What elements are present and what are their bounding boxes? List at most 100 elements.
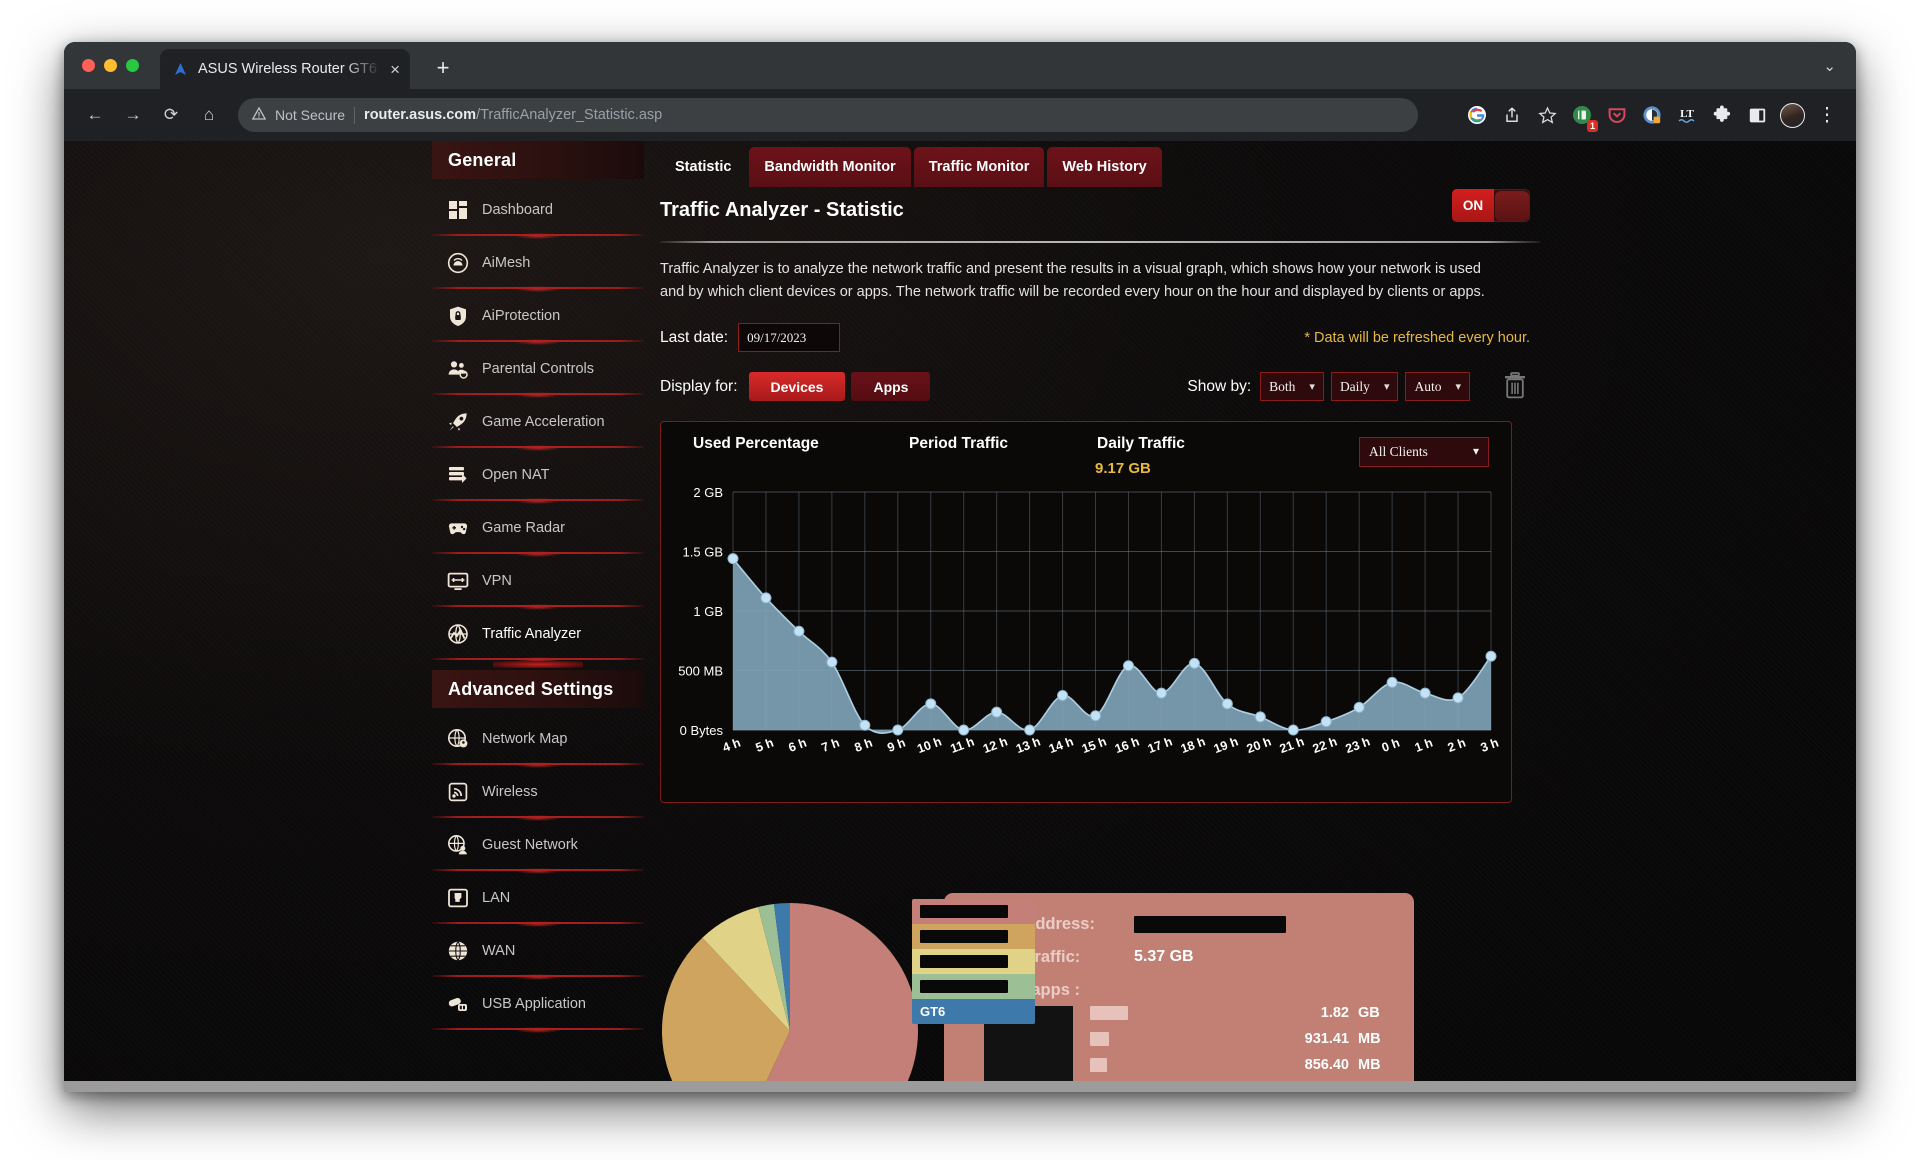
legend-item[interactable] (912, 974, 1035, 999)
sidebar-item-aiprotection[interactable]: AiProtection (432, 289, 644, 342)
not-secure-label: Not Secure (275, 107, 346, 123)
show-by-group: Show by: Both ▾ Daily ▾ Auto ▾ (1187, 372, 1470, 402)
traffic-analyzer-toggle[interactable]: ON (1452, 189, 1530, 222)
sidebar-item-network-map[interactable]: Network Map (432, 712, 644, 765)
vpn-icon (447, 570, 469, 592)
svg-text:12 h: 12 h (981, 734, 1009, 756)
chevron-down-icon: ▾ (1309, 381, 1315, 394)
home-button[interactable]: ⌂ (192, 98, 226, 132)
sidebar-item-game-acceleration[interactable]: Game Acceleration (432, 395, 644, 448)
app-usage-bar (1090, 1058, 1107, 1072)
profile-avatar[interactable] (1777, 100, 1807, 130)
back-button[interactable]: ← (78, 98, 112, 132)
page-scrollbar[interactable] (64, 1081, 1856, 1092)
legend-item[interactable] (912, 899, 1035, 924)
sidebar-item-wan[interactable]: WAN (432, 924, 644, 977)
sidebar-section-advanced-settings: Advanced Settings (432, 670, 644, 708)
sidebar-section-general: General (432, 141, 644, 179)
traffic-analyzer-icon (447, 623, 469, 645)
sidebar-item-usb-application[interactable]: USB Application (432, 977, 644, 1030)
sidebar-item-open-nat[interactable]: Open NAT (432, 448, 644, 501)
show-by-scale-select[interactable]: Auto ▾ (1405, 372, 1470, 402)
sidebar-item-dashboard[interactable]: Dashboard (432, 183, 644, 236)
legend-item[interactable]: GT6 (912, 999, 1035, 1024)
privacy-badger-icon[interactable] (1637, 100, 1667, 130)
sidebar-item-traffic-analyzer[interactable]: Traffic Analyzer (432, 607, 644, 660)
delete-statistics-button[interactable] (1502, 371, 1530, 403)
daily-traffic-value: 9.17 GB (1095, 459, 1151, 477)
sidebar-item-label: Guest Network (482, 836, 578, 853)
show-by-direction-select[interactable]: Both ▾ (1260, 372, 1324, 402)
tab-web-history[interactable]: Web History (1047, 147, 1162, 187)
svg-text:6 h: 6 h (787, 736, 809, 755)
browser-window: ASUS Wireless Router GT6 - E × + ⌄ ← → ⟳… (64, 42, 1856, 1092)
sidebar-item-aimesh[interactable]: AiMesh (432, 236, 644, 289)
sidebar-item-label: Network Map (482, 730, 568, 747)
maximize-window-button[interactable] (126, 59, 139, 72)
client-filter-select[interactable]: All Clients ▾ (1359, 436, 1489, 467)
sidebar-item-guest-network[interactable]: Guest Network (432, 818, 644, 871)
minimize-window-button[interactable] (104, 59, 117, 72)
address-bar[interactable]: Not Secure router.asus.com/TrafficAnalyz… (238, 98, 1418, 132)
bookmark-star-icon[interactable] (1532, 100, 1562, 130)
legend-item[interactable] (912, 924, 1035, 949)
sidebar-item-wireless[interactable]: Wireless (432, 765, 644, 818)
chart-header: Used Percentage Period Traffic Daily Tra… (661, 422, 1511, 490)
page-title-row: Traffic Analyzer - Statistic ON (660, 189, 1540, 243)
refresh-note: * Data will be refreshed every hour. (1304, 329, 1530, 346)
sidebar-item-vpn[interactable]: VPN (432, 554, 644, 607)
app-usage-unit: MB (1358, 1031, 1381, 1047)
url-host: router.asus.com (364, 107, 477, 123)
sidebar-item-label: Traffic Analyzer (482, 625, 582, 642)
pocket-extension-icon[interactable] (1602, 100, 1632, 130)
legend-item[interactable] (912, 949, 1035, 974)
svg-text:22 h: 22 h (1311, 734, 1339, 756)
game-radar-icon (447, 517, 469, 539)
app-usage-value: 931.41 (1304, 1031, 1349, 1047)
svg-text:1 GB: 1 GB (693, 604, 723, 619)
show-by-period-select[interactable]: Daily ▾ (1330, 372, 1399, 402)
address-bar-url: router.asus.com/TrafficAnalyzer_Statisti… (364, 107, 662, 123)
tab-statistic[interactable]: Statistic (660, 147, 746, 187)
language-tool-icon[interactable]: LT (1672, 100, 1702, 130)
reload-button[interactable]: ⟳ (154, 98, 188, 132)
last-date-input[interactable]: 09/17/2023 (738, 323, 841, 353)
tab-bandwidth-monitor[interactable]: Bandwidth Monitor (749, 147, 911, 187)
sidebar-item-parental-controls[interactable]: Parental Controls (432, 342, 644, 395)
new-tab-button[interactable]: + (429, 55, 457, 83)
forward-button[interactable]: → (116, 98, 150, 132)
sidebar-item-lan[interactable]: LAN (432, 871, 644, 924)
extension-notes-icon[interactable]: 1 (1567, 100, 1598, 132)
tab-traffic-monitor[interactable]: Traffic Monitor (913, 147, 1045, 187)
extensions-puzzle-icon[interactable] (1707, 100, 1737, 130)
sidebar-item-label: Open NAT (482, 466, 550, 483)
svg-text:15 h: 15 h (1080, 734, 1108, 756)
legend-item-name (920, 980, 1008, 993)
app-usage-row: 1.82 GB (1090, 1003, 1390, 1023)
side-panel-icon[interactable] (1742, 100, 1772, 130)
display-for-apps-button[interactable]: Apps (851, 372, 931, 402)
google-search-icon[interactable] (1462, 100, 1492, 130)
browser-menu-button[interactable]: ⋮ (1812, 100, 1842, 130)
address-bar-divider (354, 106, 356, 124)
app-usage-row: 931.41 MB (1090, 1029, 1390, 1049)
close-tab-button[interactable]: × (390, 61, 400, 78)
sidebar-item-label: Parental Controls (482, 360, 595, 377)
sidebar-item-game-radar[interactable]: Game Radar (432, 501, 644, 554)
sidebar-item-label: USB Application (482, 995, 586, 1012)
sidebar-item-label: AiProtection (482, 307, 561, 324)
svg-text:7 h: 7 h (820, 736, 842, 755)
tab-list-chevron-icon[interactable]: ⌄ (1823, 57, 1836, 75)
browser-tab[interactable]: ASUS Wireless Router GT6 - E × (160, 49, 410, 89)
close-window-button[interactable] (82, 59, 95, 72)
sidebar-section-title: General (448, 149, 517, 170)
svg-text:21 h: 21 h (1278, 734, 1306, 756)
traffic-area-chart: 0 Bytes 500 MB 1 GB 1.5 GB 2 GB 4 h 5 h 6 h 7 h 8… (661, 482, 1511, 782)
show-by-label: Show by: (1187, 377, 1252, 395)
legend-item-name (920, 955, 1008, 968)
page-title: Traffic Analyzer - Statistic (660, 199, 904, 221)
display-for-devices-button[interactable]: Devices (748, 372, 846, 402)
share-icon[interactable] (1497, 100, 1527, 130)
asus-favicon-icon (172, 61, 189, 78)
app-usage-value: 1.82 (1320, 1005, 1349, 1021)
